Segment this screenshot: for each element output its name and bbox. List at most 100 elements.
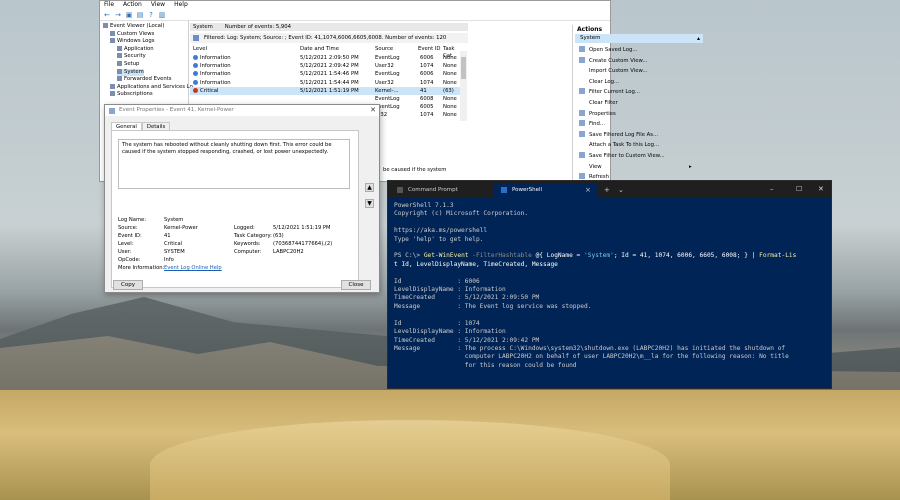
action-item[interactable]: Properties — [579, 109, 616, 119]
action-item[interactable]: Find... — [579, 119, 605, 129]
maximize-icon[interactable]: ☐ — [796, 181, 802, 197]
tree-item[interactable]: Custom Views — [110, 30, 154, 38]
tree-item[interactable]: Subscriptions — [110, 91, 153, 98]
tree-item[interactable]: Setup — [117, 61, 139, 68]
action-icon — [579, 88, 585, 95]
tree-item-label: Setup — [124, 61, 140, 67]
close-window-icon[interactable]: ✕ — [818, 181, 824, 197]
help-icon[interactable]: ? — [147, 11, 155, 19]
menu-help[interactable]: Help — [174, 1, 188, 9]
action-label: Save Filtered Log File As... — [589, 131, 659, 138]
tab-command-prompt[interactable]: Command Prompt — [390, 183, 494, 197]
col-source[interactable]: Source — [375, 46, 393, 53]
table-row[interactable]: Information 5/12/2021 1:54:46 PM EventLog 6… — [190, 70, 460, 78]
action-label: Save Filter to Custom View... — [589, 153, 665, 159]
close-tab-icon[interactable]: × — [585, 183, 591, 197]
action-label: Import Custom View... — [589, 68, 648, 75]
show-hide-icon[interactable]: ▤ — [136, 11, 144, 19]
table-row[interactable]: Critical 5/12/2021 1:51:19 PM Kernel-... 41… — [190, 86, 460, 95]
log-folder-icon — [117, 76, 122, 82]
action-item[interactable]: View ▸ — [579, 162, 692, 172]
tree-item[interactable]: System — [117, 68, 144, 76]
events-scrollbar[interactable] — [460, 51, 467, 121]
action-item[interactable]: Filter Current Log... — [579, 87, 640, 97]
folder-icon[interactable]: ▣ — [125, 11, 133, 19]
table-row[interactable]: Information 5/12/2021 2:09:50 PM EventLog 6… — [190, 54, 460, 62]
source-value: Kernel-Power — [164, 225, 198, 231]
minimize-icon[interactable]: – — [770, 181, 774, 197]
collapse-icon[interactable]: ▴ — [697, 34, 700, 43]
keywords-label: Keywords: — [234, 241, 261, 247]
cell-text: Information — [200, 71, 231, 78]
table-row[interactable]: EventLog 6008 None — [190, 95, 460, 103]
actions-system-section[interactable]: System ▴ — [575, 34, 703, 43]
cell-level: Information — [193, 62, 231, 70]
forward-icon[interactable]: → — [114, 11, 122, 19]
critical-icon — [193, 87, 198, 93]
tree-item-label: System — [124, 68, 144, 75]
keywords-value: (70368744177664),(2) — [273, 241, 333, 247]
scroll-thumb[interactable] — [461, 57, 466, 79]
cell-id: 6005 — [420, 103, 433, 111]
tab-powershell[interactable]: PowerShell — [494, 183, 598, 197]
cell-text: 6005 — [420, 104, 434, 111]
menu-action[interactable]: Action — [123, 1, 142, 9]
cell-text: Kernel-... — [375, 87, 399, 94]
actions-header: Actions — [577, 26, 603, 33]
action-item[interactable]: Save Filtered Log File As... — [579, 130, 658, 140]
action-item[interactable]: Create Custom View... — [579, 56, 647, 66]
tree-item[interactable]: Event Viewer (Local) — [103, 23, 164, 30]
tree-item[interactable]: Application — [117, 45, 154, 53]
logged-label: Logged: — [234, 225, 255, 231]
result-line: Id : 6006 — [394, 277, 480, 285]
action-item[interactable]: Clear Filter — [579, 98, 618, 108]
tree-item[interactable]: Security — [117, 53, 146, 60]
cell-text: 5/12/2021 2:09:50 PM — [300, 55, 359, 61]
action-icon — [579, 67, 585, 73]
close-button[interactable]: Close — [341, 280, 371, 290]
filter-text: Filtered: Log: System; Source: ; Event I… — [204, 35, 447, 41]
toolbar: ← → ▣ ▤ ? ▥ — [100, 9, 610, 21]
cell-text: 5/12/2021 1:54:46 PM — [300, 71, 359, 78]
online-help-link[interactable]: Event Log Online Help — [164, 265, 222, 272]
action-icon — [579, 46, 585, 52]
action-item[interactable]: Open Saved Log... — [579, 45, 637, 55]
menu-file[interactable]: File — [104, 1, 114, 9]
log-name: System — [193, 24, 213, 30]
tab-label: Command Prompt — [408, 187, 458, 193]
tree-item[interactable]: Forwarded Events — [117, 76, 172, 83]
col-date[interactable]: Date and Time — [300, 46, 339, 53]
close-icon[interactable]: ✕ — [370, 105, 376, 116]
table-row[interactable]: Information 5/12/2021 1:54:44 PM User32 107… — [190, 79, 460, 87]
cell-id: 6006 — [420, 54, 433, 62]
cell-text: Information — [200, 63, 231, 70]
copy-button[interactable]: Copy — [113, 280, 143, 290]
action-item[interactable]: Clear Log... — [579, 77, 619, 87]
event-icon — [109, 108, 115, 114]
cell-text: EventLog — [375, 96, 400, 102]
tree-item[interactable]: Applications and Services Lo — [110, 83, 193, 91]
action-label: Properties — [589, 110, 616, 117]
action-item[interactable]: Attach a Task To this Log... — [579, 140, 659, 150]
cell-source: User32 — [375, 62, 394, 70]
new-tab-button[interactable]: + — [604, 183, 610, 197]
action-item[interactable]: Save Filter to Custom View... — [579, 151, 665, 161]
back-icon[interactable]: ← — [103, 11, 111, 19]
terminal-output[interactable]: PowerShell 7.1.3 Copyright (c) Microsoft… — [394, 202, 826, 370]
copyright: Copyright (c) Microsoft Corporation. — [394, 210, 529, 218]
menu-view[interactable]: View — [151, 1, 165, 9]
col-event-id[interactable]: Event ID — [418, 46, 441, 53]
cell-text: None — [443, 79, 457, 86]
action-icon — [579, 109, 585, 116]
next-event-button[interactable]: ▼ — [365, 199, 374, 208]
action-item[interactable]: Import Custom View... — [579, 66, 647, 76]
general-tab-body: The system has rebooted without cleanly … — [111, 130, 359, 288]
tree-item[interactable]: Windows Logs — [110, 38, 155, 45]
tab-dropdown-icon[interactable]: ⌄ — [618, 183, 624, 197]
table-row[interactable]: Information 5/12/2021 2:09:42 PM User32 107… — [190, 62, 460, 70]
cell-id: 41 — [420, 87, 427, 95]
col-level[interactable]: Level — [193, 46, 207, 53]
previous-event-button[interactable]: ▲ — [365, 183, 374, 192]
action-icon — [579, 163, 585, 169]
panel-icon[interactable]: ▥ — [158, 11, 166, 19]
